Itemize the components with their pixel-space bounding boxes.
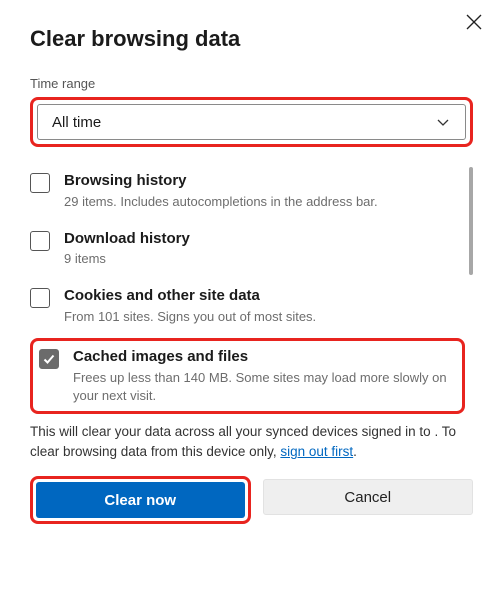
sign-out-link[interactable]: sign out first <box>280 444 353 459</box>
time-range-select[interactable]: All time <box>37 104 466 140</box>
option-browsing-history: Browsing history 29 items. Includes auto… <box>30 165 461 223</box>
checkbox-cached-images[interactable] <box>39 349 59 369</box>
option-download-history: Download history 9 items <box>30 223 461 281</box>
time-range-value: All time <box>52 114 101 131</box>
option-title: Cookies and other site data <box>64 286 461 306</box>
option-sub: Frees up less than 140 MB. Some sites ma… <box>73 369 456 405</box>
sync-info-text: This will clear your data across all you… <box>30 422 473 463</box>
clear-now-highlight: Clear now <box>30 476 251 524</box>
dialog-buttons: Clear now Cancel <box>30 476 473 534</box>
checkbox-cookies[interactable] <box>30 288 50 308</box>
option-sub: 9 items <box>64 250 461 268</box>
option-cookies: Cookies and other site data From 101 sit… <box>30 280 461 338</box>
option-sub: From 101 sites. Signs you out of most si… <box>64 308 461 326</box>
option-cached-images: Cached images and files Frees up less th… <box>39 345 456 407</box>
close-icon <box>466 14 482 30</box>
dialog-title: Clear browsing data <box>30 26 473 52</box>
checkbox-browsing-history[interactable] <box>30 173 50 193</box>
option-title: Cached images and files <box>73 347 456 367</box>
option-cached-highlight: Cached images and files Frees up less th… <box>30 338 465 414</box>
checkmark-icon <box>42 352 56 366</box>
option-title: Browsing history <box>64 171 461 191</box>
scrollbar-thumb[interactable] <box>469 167 473 275</box>
chevron-down-icon <box>435 114 451 130</box>
option-title: Download history <box>64 229 461 249</box>
clear-browsing-data-dialog: Clear browsing data Time range All time … <box>0 0 503 534</box>
time-range-label: Time range <box>30 76 473 91</box>
options-list: Browsing history 29 items. Includes auto… <box>30 165 473 414</box>
clear-now-button[interactable]: Clear now <box>36 482 245 518</box>
option-sub: 29 items. Includes autocompletions in th… <box>64 193 461 211</box>
checkbox-download-history[interactable] <box>30 231 50 251</box>
close-button[interactable] <box>460 8 488 36</box>
time-range-highlight: All time <box>30 97 473 147</box>
cancel-button[interactable]: Cancel <box>263 479 474 515</box>
